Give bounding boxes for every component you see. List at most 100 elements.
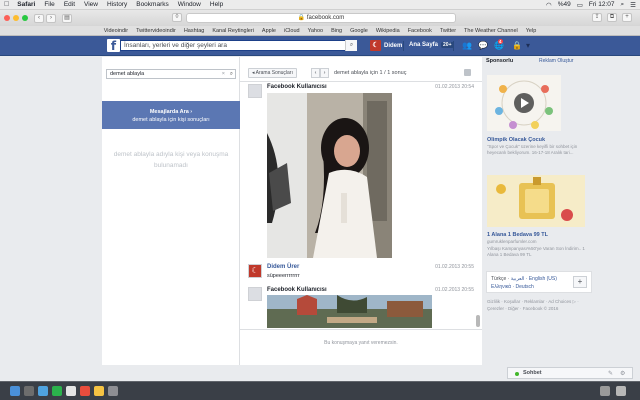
share-button[interactable]: ⇪: [592, 13, 602, 22]
clock[interactable]: Fri 12:07: [589, 1, 615, 8]
close-window-button[interactable]: [4, 15, 10, 21]
friend-requests-icon[interactable]: 👥: [462, 41, 472, 50]
facebook-logo[interactable]: f: [107, 39, 120, 53]
message-sender[interactable]: Facebook Kullanıcısı: [267, 84, 327, 90]
facebook-header: f İnsanları, yerleri ve diğer şeyleri ar…: [0, 36, 640, 56]
messages-dock-icon[interactable]: [52, 386, 62, 396]
bookmark-item[interactable]: Videoindir: [104, 28, 128, 34]
menu-view[interactable]: View: [84, 1, 98, 8]
conversation-scrollbar[interactable]: [476, 315, 480, 327]
bookmark-item[interactable]: Hashtag: [184, 28, 205, 34]
bookmark-item[interactable]: Apple: [262, 28, 276, 34]
ad-image[interactable]: [487, 75, 561, 131]
header-divider: [403, 41, 404, 51]
lock-icon: 🔒: [297, 15, 306, 21]
messages-icon[interactable]: 💬: [478, 41, 488, 50]
sidebar-toggle-button[interactable]: ▤: [62, 13, 72, 23]
spotlight-icon[interactable]: ⌕: [621, 1, 625, 9]
create-ad-link[interactable]: Reklam Oluştur: [539, 58, 573, 64]
ad-image[interactable]: [487, 175, 585, 227]
language-options[interactable]: Ελληνικά · Deutsch: [491, 284, 534, 290]
mail-icon[interactable]: [66, 386, 76, 396]
prev-result-button[interactable]: ‹: [311, 68, 320, 78]
facebook-search-input[interactable]: İnsanları, yerleri ve diğer şeyleri ara: [120, 40, 355, 51]
launchpad-icon[interactable]: [24, 386, 34, 396]
ad-title[interactable]: Olimpik Olacak Çocuk: [487, 137, 545, 143]
downloads-icon[interactable]: [600, 386, 610, 396]
trash-icon[interactable]: [616, 386, 626, 396]
minimize-window-button[interactable]: [13, 15, 19, 21]
message-sender[interactable]: Facebook Kullanıcısı: [267, 287, 327, 293]
settings-icon[interactable]: [108, 386, 118, 396]
conversation-options-icon[interactable]: [464, 69, 471, 76]
address-url: facebook.com: [306, 15, 345, 21]
calendar-icon[interactable]: [80, 386, 90, 396]
bookmark-item[interactable]: Twitter: [440, 28, 456, 34]
menu-app[interactable]: Safari: [17, 1, 35, 8]
language-options[interactable]: العربية · English (US): [511, 276, 557, 282]
zoom-window-button[interactable]: [22, 15, 28, 21]
avatar[interactable]: [248, 287, 262, 301]
finder-icon[interactable]: [10, 386, 20, 396]
bookmark-item[interactable]: iCloud: [284, 28, 300, 34]
message-search-value: demet ablayla: [110, 71, 145, 77]
more-languages-button[interactable]: +: [573, 276, 587, 288]
new-tab-button[interactable]: +: [622, 13, 632, 22]
bookmark-item[interactable]: Bing: [331, 28, 342, 34]
search-icon[interactable]: ⌕: [230, 70, 233, 78]
menu-history[interactable]: History: [107, 1, 127, 8]
cannot-reply-note: Bu konuşmaya yanıt veremezsin.: [324, 340, 398, 346]
back-to-results-button[interactable]: ◂ Arama Sonuçları: [248, 68, 297, 78]
menu-help[interactable]: Help: [210, 1, 223, 8]
bookmark-item[interactable]: Yahoo: [308, 28, 324, 34]
account-menu-icon[interactable]: ▾: [526, 41, 530, 50]
message-sender[interactable]: Didem Ürer: [267, 264, 299, 270]
profile-link[interactable]: ☾ Didem: [370, 40, 402, 51]
menu-window[interactable]: Window: [178, 1, 201, 8]
message-search-result[interactable]: Mesajlarda Ara › demet ablayla için kişi…: [102, 101, 240, 129]
facebook-search-icon[interactable]: ⌕: [345, 40, 357, 51]
battery-text[interactable]: %49: [558, 1, 571, 8]
chat-bar[interactable]: Sohbet ✎ ⚙: [507, 367, 633, 379]
bookmark-item[interactable]: Wikipedia: [376, 28, 400, 34]
edit-icon[interactable]: ✎: [608, 370, 613, 377]
browser-toolbar: ‹ › ▤ ◊ 🔒 facebook.com ⇪ ⧉ +: [0, 10, 640, 26]
back-button[interactable]: ‹: [34, 13, 44, 23]
bookmark-item[interactable]: Yelp: [526, 28, 537, 34]
message-photo[interactable]: [267, 93, 392, 258]
ad-title[interactable]: 1 Alana 1 Bedava 99 TL: [487, 232, 548, 238]
shield-icon[interactable]: ◊: [172, 13, 182, 22]
tabs-button[interactable]: ⧉: [607, 13, 617, 22]
home-link[interactable]: Ana Sayfa 20+: [409, 42, 454, 48]
address-bar[interactable]: 🔒 facebook.com: [186, 13, 456, 23]
notification-center-icon[interactable]: ☰: [630, 1, 636, 9]
menu-bookmarks[interactable]: Bookmarks: [136, 1, 169, 8]
bookmark-item[interactable]: The Weather Channel: [464, 28, 518, 34]
notes-icon[interactable]: [94, 386, 104, 396]
bookmark-item[interactable]: Twittervideoindir: [136, 28, 176, 34]
bookmark-item[interactable]: Kanal Reytingleri: [212, 28, 254, 34]
apple-menu-icon[interactable]: : [4, 1, 9, 8]
menu-file[interactable]: File: [44, 1, 54, 8]
message-photo[interactable]: [267, 295, 432, 328]
avatar[interactable]: [248, 84, 262, 98]
language-selector: Türkçe · العربية · English (US) Ελληνικά…: [486, 271, 592, 293]
forward-button[interactable]: ›: [46, 13, 56, 23]
next-result-button[interactable]: ›: [320, 68, 329, 78]
conversation-footer: Bu konuşmaya yanıt veremezsin.: [240, 329, 482, 365]
battery-icon[interactable]: ▭: [577, 1, 583, 9]
wifi-icon[interactable]: ◠: [546, 1, 552, 9]
ad-video-thumbnail: [487, 75, 561, 131]
avatar[interactable]: ☾: [248, 264, 262, 278]
message-search-input[interactable]: demet ablayla × ⌕: [106, 69, 236, 79]
bookmark-item[interactable]: Facebook: [408, 28, 432, 34]
privacy-shortcuts-icon[interactable]: 🔒: [512, 41, 522, 50]
settings-gear-icon[interactable]: ⚙: [620, 370, 625, 377]
result-info: demet ablayla için 1 / 1 sonuç: [334, 70, 407, 76]
clear-search-icon[interactable]: ×: [222, 70, 225, 78]
safari-icon[interactable]: [38, 386, 48, 396]
bookmark-item[interactable]: Google: [350, 28, 368, 34]
footer-links[interactable]: Gizlilik · Koşullar · Reklamlar · Ad Cho…: [487, 299, 587, 312]
menu-edit[interactable]: Edit: [64, 1, 75, 8]
left-panel: demet ablayla × ⌕ Mesajlarda Ara › demet…: [102, 57, 240, 365]
